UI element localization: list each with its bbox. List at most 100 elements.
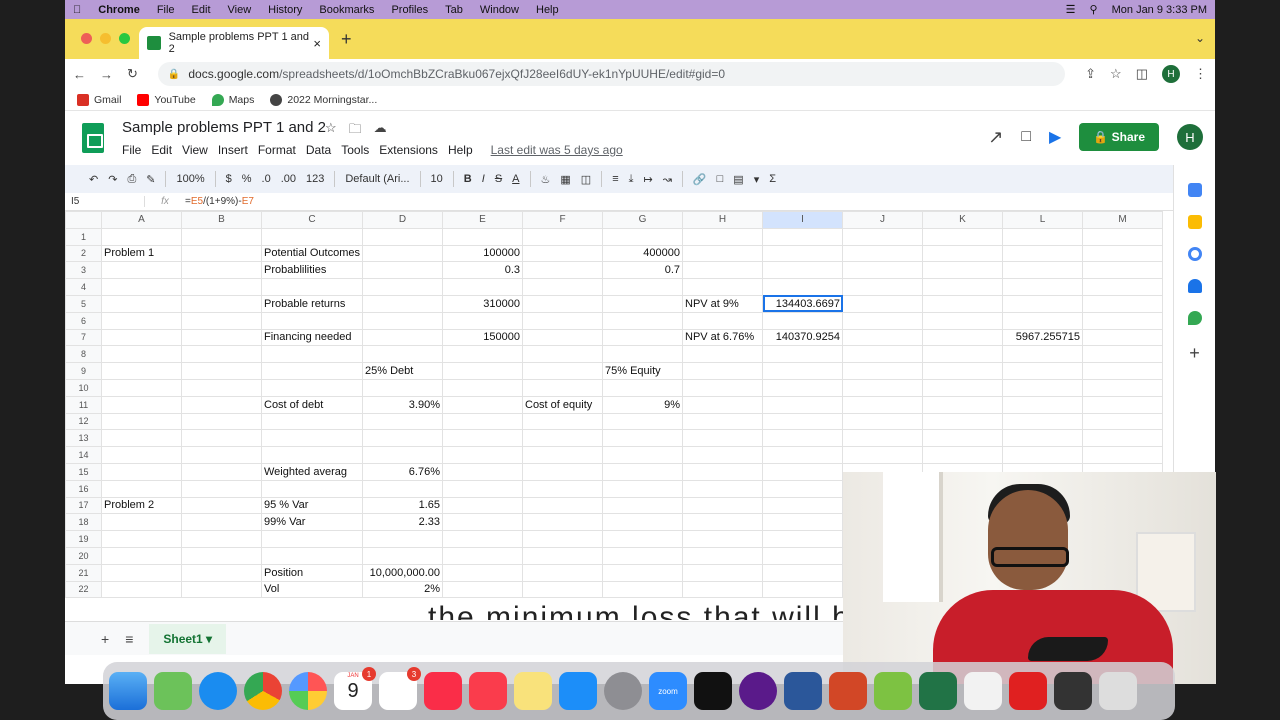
cell-f3[interactable] (522, 261, 603, 280)
forward-icon[interactable]: → (100, 67, 113, 82)
cell-i17[interactable] (762, 496, 843, 515)
cell-m13[interactable] (1082, 429, 1163, 448)
cell-g12[interactable] (602, 412, 683, 431)
cell-e4[interactable] (442, 278, 523, 296)
cell-j10[interactable] (842, 378, 923, 397)
cell-a5[interactable] (101, 294, 182, 313)
zoom-window-button[interactable] (119, 33, 130, 44)
chart-icon[interactable]: ▤ (733, 173, 743, 186)
cell-l7[interactable]: 5967.255715 (1002, 328, 1083, 347)
cell-e7[interactable]: 150000 (442, 328, 523, 347)
menu-bookmarks[interactable]: Bookmarks (319, 4, 374, 16)
cell-l6[interactable] (1002, 311, 1083, 330)
cell-a16[interactable] (101, 479, 182, 498)
cell-h21[interactable] (682, 563, 763, 582)
increase-decimal-button[interactable]: .00 (281, 173, 296, 185)
cell-g5[interactable] (602, 294, 683, 313)
cell-j9[interactable] (842, 362, 923, 380)
cell-i13[interactable] (762, 429, 843, 448)
cell-e6[interactable] (442, 311, 523, 330)
cell-l3[interactable] (1002, 261, 1083, 280)
row-header[interactable]: 5 (65, 294, 102, 313)
cell-k5[interactable] (922, 294, 1003, 313)
bookmark-youtube[interactable]: YouTube (137, 93, 196, 106)
cloud-status-icon[interactable]: ☁ (374, 120, 387, 142)
cell-b16[interactable] (181, 479, 262, 498)
percent-format-button[interactable]: % (242, 173, 252, 185)
cell-g15[interactable] (602, 462, 683, 481)
bookmark-morningstar[interactable]: 2022 Morningstar... (270, 93, 377, 106)
cell-c5[interactable]: Probable returns (261, 294, 363, 313)
cell-m9[interactable] (1082, 362, 1163, 380)
column-header-d[interactable]: D (362, 211, 443, 229)
clock[interactable]: Mon Jan 9 3:33 PM (1112, 4, 1207, 16)
cell-g16[interactable] (602, 479, 683, 498)
cell-l14[interactable] (1002, 446, 1083, 464)
cell-b14[interactable] (181, 446, 262, 464)
cell-k13[interactable] (922, 429, 1003, 448)
cell-l12[interactable] (1002, 412, 1083, 431)
cell-a1[interactable] (101, 227, 182, 246)
cell-g6[interactable] (602, 311, 683, 330)
paint-format-icon[interactable]: ✎ (146, 173, 155, 186)
cell-g17[interactable] (602, 496, 683, 515)
cell-c2[interactable]: Potential Outcomes (261, 244, 363, 263)
cell-b18[interactable] (181, 513, 262, 532)
row-header[interactable]: 13 (65, 429, 102, 448)
cell-d9[interactable]: 25% Debt (362, 362, 443, 380)
zoom-select[interactable]: 100% (176, 173, 204, 185)
cell-d7[interactable] (362, 328, 443, 347)
cell-b4[interactable] (181, 278, 262, 296)
cell-j3[interactable] (842, 261, 923, 280)
cell-l1[interactable] (1002, 227, 1083, 246)
row-header[interactable]: 11 (65, 395, 102, 414)
cell-a13[interactable] (101, 429, 182, 448)
cell-c15[interactable]: Weighted averag (261, 462, 363, 481)
sheets-menu-help[interactable]: Help (448, 143, 473, 157)
cell-e14[interactable] (442, 446, 523, 464)
cell-k6[interactable] (922, 311, 1003, 330)
cell-i16[interactable] (762, 479, 843, 498)
cell-c17[interactable]: 95 % Var (261, 496, 363, 515)
cell-f16[interactable] (522, 479, 603, 498)
trend-icon[interactable]: ↗ (988, 127, 1003, 148)
new-tab-button[interactable]: + (341, 29, 352, 50)
cell-h12[interactable] (682, 412, 763, 431)
cell-a9[interactable] (101, 362, 182, 380)
cell-a21[interactable] (101, 563, 182, 582)
cell-b9[interactable] (181, 362, 262, 380)
cell-f22[interactable] (522, 580, 603, 599)
row-header[interactable]: 18 (65, 513, 102, 532)
calendar-icon[interactable] (1187, 183, 1202, 197)
cell-d5[interactable] (362, 294, 443, 313)
cell-c20[interactable] (261, 546, 363, 565)
cell-i21[interactable] (762, 563, 843, 582)
cell-f1[interactable] (522, 227, 603, 246)
column-header-m[interactable]: M (1082, 211, 1163, 229)
cell-c6[interactable] (261, 311, 363, 330)
text-color-button[interactable]: A (512, 173, 519, 185)
sheets-logo-icon[interactable] (82, 123, 104, 153)
cell-a8[interactable] (101, 345, 182, 364)
last-edit-link[interactable]: Last edit was 5 days ago (491, 143, 623, 157)
menu-file[interactable]: File (157, 4, 175, 16)
add-addon-icon[interactable]: + (1174, 343, 1215, 364)
cell-k4[interactable] (922, 278, 1003, 296)
browser-tab[interactable]: Sample problems PPT 1 and 2 × (139, 27, 329, 59)
notes-icon[interactable] (514, 672, 552, 710)
cell-m8[interactable] (1082, 345, 1163, 364)
cell-i10[interactable] (762, 378, 843, 397)
trash-icon[interactable] (1099, 672, 1137, 710)
sheet-tab[interactable]: Sheet1 ▾ (149, 623, 227, 654)
cell-a10[interactable] (101, 378, 182, 397)
cell-e15[interactable] (442, 462, 523, 481)
functions-icon[interactable]: Σ (769, 173, 776, 185)
row-header[interactable]: 3 (65, 261, 102, 280)
row-header[interactable]: 17 (65, 496, 102, 515)
cell-f21[interactable] (522, 563, 603, 582)
safari-icon[interactable] (199, 672, 237, 710)
cell-d20[interactable] (362, 546, 443, 565)
cell-a19[interactable] (101, 530, 182, 548)
cell-f9[interactable] (522, 362, 603, 380)
cell-b17[interactable] (181, 496, 262, 515)
